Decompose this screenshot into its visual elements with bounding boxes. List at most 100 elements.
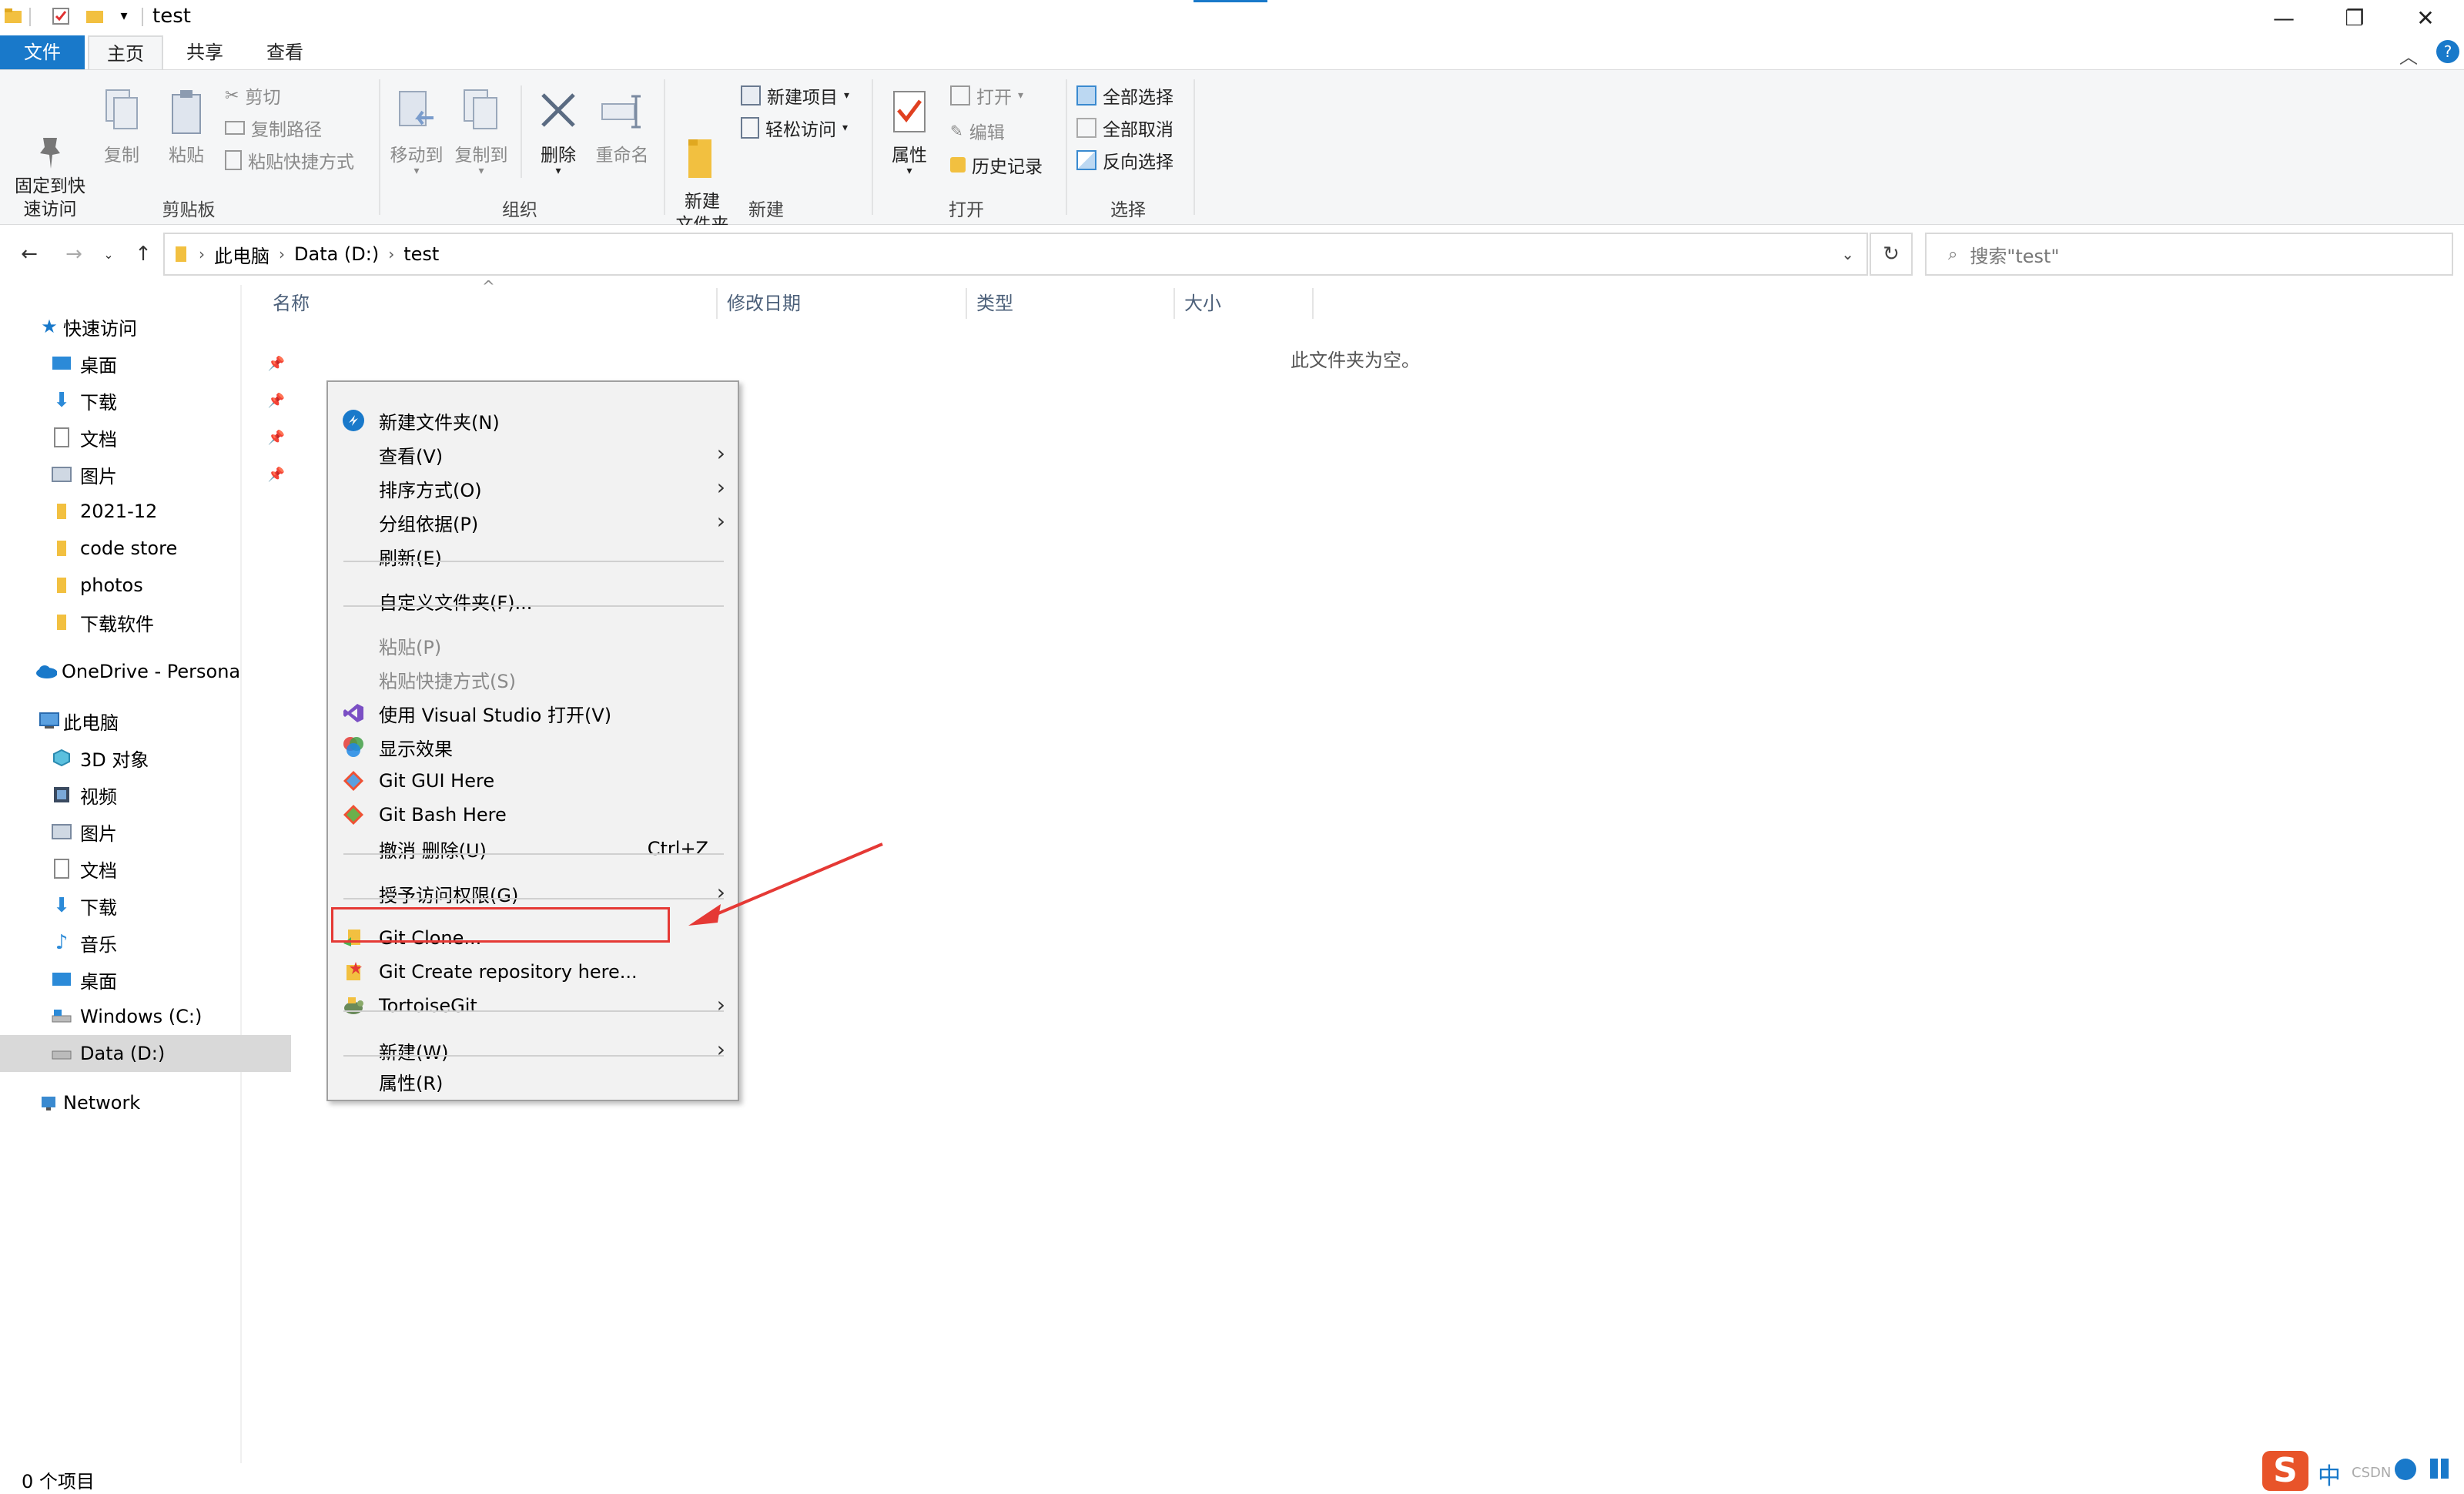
select-none-button[interactable]: 全部取消	[1076, 115, 1173, 141]
menu-item-view[interactable]: 查看(V) ›	[328, 437, 738, 471]
menu-item-paste-shortcut[interactable]: 粘贴快捷方式(S)	[328, 662, 738, 696]
nav-item-documents-pc[interactable]: 文档	[0, 850, 291, 887]
nav-item-label: 桌面	[80, 970, 117, 993]
invert-selection-label: 反向选择	[1103, 152, 1173, 173]
nav-item-desktop-pc[interactable]: 桌面	[0, 961, 291, 998]
copy-button[interactable]: 复制	[94, 87, 149, 167]
address-dropdown-icon[interactable]: ⌄	[1841, 245, 1854, 263]
download-arrow-icon: ⬇	[53, 389, 70, 412]
menu-item-properties[interactable]: 属性(R)	[328, 1064, 738, 1098]
nav-item-label: 图片	[80, 465, 117, 487]
breadcrumb-test[interactable]: test	[403, 243, 439, 265]
new-item-button[interactable]: 新建项目 ▾	[741, 82, 849, 109]
menu-item-new-folder[interactable]: 新建文件夹(N)	[328, 404, 738, 437]
toolbox-grid-icon[interactable]	[2430, 1459, 2450, 1479]
tab-share[interactable]: 共享	[169, 35, 240, 69]
nav-item-2021-12[interactable]: 2021-12	[0, 493, 291, 530]
delete-button[interactable]: 删除 ▾	[527, 87, 590, 176]
easy-access-button[interactable]: 轻松访问 ▾	[741, 115, 848, 141]
invert-selection-button[interactable]: 反向选择	[1076, 147, 1173, 173]
nav-item-photos[interactable]: photos	[0, 567, 291, 604]
nav-item-pictures-pc[interactable]: 图片	[0, 813, 291, 850]
copy-to-button[interactable]: 复制到 ▾	[450, 87, 513, 176]
open-button[interactable]: 打开 ▾	[950, 82, 1023, 109]
rename-button[interactable]: 重命名	[590, 87, 654, 167]
properties-button[interactable]: 属性 ▾	[878, 87, 941, 176]
sogou-ime-logo-icon[interactable]: S	[2262, 1451, 2308, 1491]
forward-arrow-icon[interactable]: →	[59, 239, 89, 270]
new-folder-quick-icon[interactable]	[85, 6, 105, 26]
menu-item-refresh[interactable]: 刷新(E)	[328, 539, 738, 573]
move-to-button[interactable]: 移动到 ▾	[385, 87, 448, 176]
close-button[interactable]: ✕	[2390, 0, 2461, 35]
nav-item-documents[interactable]: 文档 📌	[0, 419, 291, 456]
menu-item-open-visual-studio[interactable]: 使用 Visual Studio 打开(V)	[328, 696, 738, 730]
copy-path-icon	[225, 121, 245, 135]
nav-item-music[interactable]: ♪ 音乐	[0, 924, 291, 961]
customize-quick-access-icon[interactable]: ▾	[114, 6, 134, 26]
collapse-ribbon-icon[interactable]: ︿	[2399, 42, 2418, 69]
submenu-chevron-icon: ›	[716, 992, 725, 1017]
menu-item-tortoisegit[interactable]: TortoiseGit ›	[328, 989, 738, 1023]
tab-home[interactable]: 主页	[88, 35, 163, 69]
cut-button[interactable]: ✂ 剪切	[225, 82, 280, 109]
edit-button[interactable]: ✎ 编辑	[950, 118, 1005, 144]
menu-item-git-create-repository[interactable]: Git Create repository here...	[328, 955, 738, 989]
column-header-type[interactable]: 类型	[967, 288, 1175, 319]
nav-item-downloads-pc[interactable]: ⬇ 下载	[0, 887, 291, 924]
nav-item-videos[interactable]: 视频	[0, 776, 291, 813]
nav-item-pictures[interactable]: 图片 📌	[0, 456, 291, 493]
menu-item-git-gui-here[interactable]: Git GUI Here	[328, 764, 738, 798]
minimize-button[interactable]: —	[2248, 0, 2319, 35]
select-all-button[interactable]: 全部选择	[1076, 82, 1173, 109]
nav-item-data-d[interactable]: Data (D:)	[0, 1035, 291, 1072]
menu-item-customize-folder[interactable]: 自定义文件夹(F)...	[328, 584, 738, 618]
column-header-modified[interactable]: 修改日期	[718, 288, 967, 319]
refresh-icon[interactable]: ↻	[1870, 233, 1913, 276]
breadcrumb-data-d[interactable]: Data (D:)	[294, 243, 379, 265]
menu-item-group-by[interactable]: 分组依据(P) ›	[328, 505, 738, 539]
back-arrow-icon[interactable]: ←	[14, 239, 45, 270]
nav-onedrive[interactable]: OneDrive - Persona	[0, 653, 276, 690]
breadcrumb-this-pc[interactable]: 此电脑	[214, 241, 270, 268]
menu-item-git-bash-here[interactable]: Git Bash Here	[328, 798, 738, 832]
column-header-name[interactable]: 名称	[263, 288, 718, 319]
ime-mode-indicator[interactable]: 中	[2318, 1457, 2341, 1491]
nav-item-windows-c[interactable]: Windows (C:)	[0, 998, 291, 1035]
nav-network[interactable]: Network	[0, 1084, 279, 1121]
select-all-icon	[1076, 85, 1096, 106]
up-arrow-icon[interactable]: ↑	[128, 239, 159, 270]
emoji-icon[interactable]	[2395, 1459, 2416, 1480]
recent-locations-icon[interactable]: ⌄	[97, 239, 120, 270]
maximize-button[interactable]: ❐	[2319, 0, 2390, 35]
nav-item-download-software[interactable]: 下载软件	[0, 604, 291, 641]
paste-button[interactable]: 粘贴	[159, 87, 214, 167]
address-box[interactable]: › 此电脑 › Data (D:) › test ⌄	[163, 233, 1868, 276]
nav-quick-access[interactable]: ★ 快速访问	[0, 308, 279, 345]
nav-item-desktop[interactable]: 桌面 📌	[0, 345, 291, 382]
search-icon: ⌕	[1948, 244, 1958, 264]
history-button[interactable]: 历史记录	[950, 152, 1043, 178]
nav-item-downloads[interactable]: ⬇ 下载 📌	[0, 382, 291, 419]
menu-item-sort-by[interactable]: 排序方式(O) ›	[328, 471, 738, 505]
copy-path-button[interactable]: 复制路径	[225, 115, 322, 141]
submenu-chevron-icon: ›	[716, 440, 725, 466]
group-label-select: 选择	[1110, 200, 1146, 220]
nav-this-pc[interactable]: 此电脑	[0, 702, 279, 739]
menu-item-new[interactable]: 新建(W) ›	[328, 1033, 738, 1067]
help-icon[interactable]: ?	[2436, 40, 2459, 63]
tab-file[interactable]: 文件	[0, 35, 85, 69]
menu-item-display-effects[interactable]: 显示效果	[328, 730, 738, 764]
pin-to-quick-access-button[interactable]: 固定到快 速访问	[8, 87, 92, 244]
search-input[interactable]: ⌕ 搜索"test"	[1925, 233, 2453, 276]
paste-shortcut-button[interactable]: 粘贴快捷方式	[225, 147, 354, 173]
properties-check-icon[interactable]	[51, 6, 71, 26]
menu-item-grant-access[interactable]: 授予访问权限(G) ›	[328, 876, 738, 910]
menu-item-undo-delete[interactable]: 撤消 删除(U) Ctrl+Z	[328, 832, 738, 866]
nav-item-code-store[interactable]: code store	[0, 530, 291, 567]
menu-item-paste[interactable]: 粘贴(P)	[328, 628, 738, 662]
tab-view[interactable]: 查看	[249, 35, 320, 69]
computer-icon	[38, 710, 60, 732]
nav-item-3d-objects[interactable]: 3D 对象	[0, 739, 291, 776]
column-header-size[interactable]: 大小	[1175, 288, 1314, 319]
